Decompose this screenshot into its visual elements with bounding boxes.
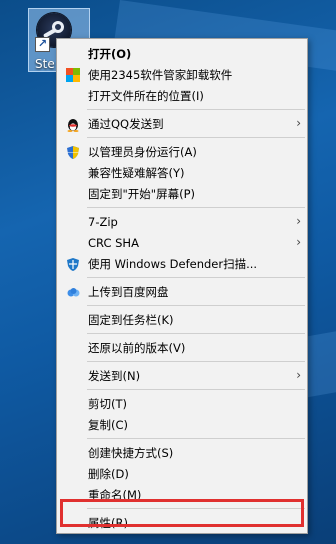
menu-item-properties[interactable]: 属性(R) [57,512,307,533]
submenu-arrow-icon: › [296,235,301,249]
menu-separator [87,207,305,208]
menu-item-open[interactable]: 打开(O) [57,43,307,64]
menu-item-compatibility-troubleshoot[interactable]: 兼容性疑难解答(Y) [57,162,307,183]
menu-item-restore-previous-versions[interactable]: 还原以前的版本(V) [57,337,307,358]
menu-item-label: 发送到(N) [88,368,141,383]
menu-item-label: 创建快捷方式(S) [88,445,174,460]
menu-item-pin-to-start[interactable]: 固定到"开始"屏幕(P) [57,183,307,204]
menu-item-defender-scan[interactable]: 使用 Windows Defender扫描... [57,253,307,274]
menu-separator [87,109,305,110]
menu-item-label: 通过QQ发送到 [88,116,164,131]
menu-item-label: 兼容性疑难解答(Y) [88,165,185,180]
submenu-arrow-icon: › [296,116,301,130]
qq-penguin-icon [65,116,81,132]
menu-item-rename[interactable]: 重命名(M) [57,484,307,505]
menu-separator [87,333,305,334]
menu-item-send-to[interactable]: 发送到(N) › [57,365,307,386]
menu-item-label: 打开文件所在的位置(I) [88,88,204,103]
menu-separator [87,361,305,362]
menu-item-label: 使用 Windows Defender扫描... [88,256,258,271]
menu-item-create-shortcut[interactable]: 创建快捷方式(S) [57,442,307,463]
menu-item-label: 还原以前的版本(V) [88,340,186,355]
menu-item-7zip[interactable]: 7-Zip › [57,211,307,232]
menu-item-label: 固定到任务栏(K) [88,312,174,327]
menu-item-label: 属性(R) [88,515,128,530]
menu-separator [87,438,305,439]
menu-item-crc-sha[interactable]: CRC SHA › [57,232,307,253]
context-menu: 打开(O) 使用2345软件管家卸载软件 打开文件所在的位置(I) 通过QQ发送… [56,38,308,534]
submenu-arrow-icon: › [296,214,301,228]
menu-separator [87,137,305,138]
menu-item-label: 删除(D) [88,466,129,481]
menu-item-label: 复制(C) [88,417,129,432]
menu-item-copy[interactable]: 复制(C) [57,414,307,435]
menu-item-delete[interactable]: 删除(D) [57,463,307,484]
2345-icon [65,67,81,83]
submenu-arrow-icon: › [296,368,301,382]
defender-icon [65,256,81,272]
menu-item-upload-baidu[interactable]: 上传到百度网盘 [57,281,307,302]
uac-shield-icon [65,144,81,160]
menu-separator [87,389,305,390]
menu-item-label: 打开(O) [88,46,132,61]
menu-item-2345-uninstall[interactable]: 使用2345软件管家卸载软件 [57,64,307,85]
menu-item-label: 剪切(T) [88,396,127,411]
desktop-icon-label: Ste [35,57,55,71]
menu-item-label: 7-Zip [88,214,118,229]
menu-separator [87,508,305,509]
menu-item-open-file-location[interactable]: 打开文件所在的位置(I) [57,85,307,106]
menu-item-send-via-qq[interactable]: 通过QQ发送到 › [57,113,307,134]
menu-separator [87,305,305,306]
menu-item-run-as-admin[interactable]: 以管理员身份运行(A) [57,141,307,162]
menu-item-label: 固定到"开始"屏幕(P) [88,186,195,201]
menu-item-label: 以管理员身份运行(A) [88,144,197,159]
menu-separator [87,277,305,278]
shortcut-arrow-icon: ↗ [35,37,50,52]
menu-item-label: CRC SHA [88,235,139,250]
menu-item-pin-to-taskbar[interactable]: 固定到任务栏(K) [57,309,307,330]
menu-item-cut[interactable]: 剪切(T) [57,393,307,414]
menu-item-label: 重命名(M) [88,487,142,502]
menu-item-label: 上传到百度网盘 [88,284,169,299]
baidu-cloud-icon [65,284,81,300]
menu-item-label: 使用2345软件管家卸载软件 [88,67,233,82]
